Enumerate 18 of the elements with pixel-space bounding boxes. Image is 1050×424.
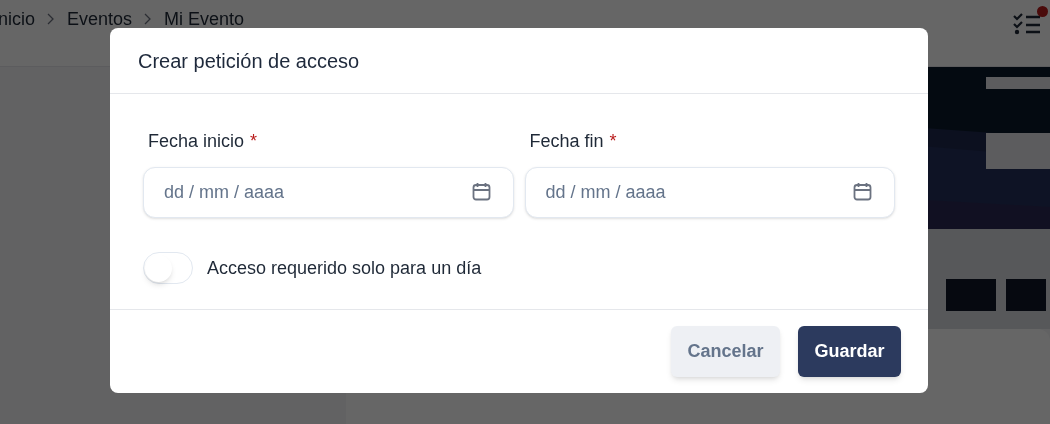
breadcrumb-link[interactable]: Eventos [67, 5, 133, 33]
calendar-icon[interactable] [853, 182, 872, 201]
field-label: Fecha fin [529, 130, 604, 153]
toggle-label: Acceso requerido solo para un día [207, 256, 482, 280]
checklist-icon[interactable] [1012, 11, 1042, 35]
save-button[interactable]: Guardar [798, 326, 901, 377]
dialog-title: Crear petición de acceso [138, 48, 360, 74]
date-field[interactable]: dd / mm / aaaa [524, 167, 895, 218]
breadcrumb-link[interactable]: nicio [0, 5, 36, 33]
required-mark: * [609, 130, 617, 153]
calendar-icon[interactable] [471, 182, 491, 201]
cancel-button[interactable]: Cancelar [671, 326, 780, 377]
date-field[interactable]: dd / mm / aaaa [143, 167, 514, 218]
field-label: Fecha inicio [148, 130, 245, 153]
chevron-icon [47, 13, 56, 25]
toggle-switch[interactable] [143, 252, 193, 284]
chevron-icon [144, 13, 153, 25]
required-mark: * [250, 130, 258, 153]
